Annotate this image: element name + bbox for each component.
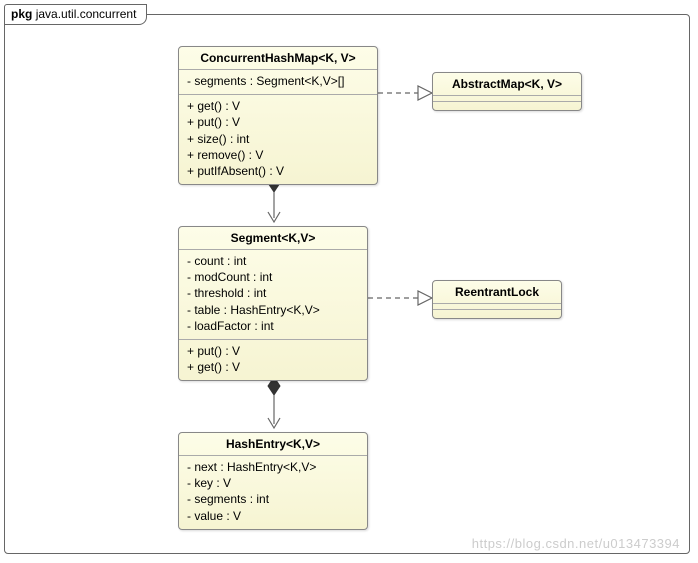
pkg-prefix: pkg (11, 7, 32, 21)
class-abstract-map: AbstractMap<K, V> (432, 72, 582, 111)
method-row: + get() : V (187, 98, 369, 114)
field-row: - modCount : int (187, 269, 359, 285)
field-row: - table : HashEntry<K,V> (187, 302, 359, 318)
method-row: + put() : V (187, 343, 359, 359)
empty-section (433, 310, 561, 318)
pkg-name: java.util.concurrent (36, 7, 137, 21)
method-row: + putIfAbsent() : V (187, 163, 369, 179)
empty-section (433, 102, 581, 110)
method-row: + size() : int (187, 131, 369, 147)
field-row: - threshold : int (187, 285, 359, 301)
class-title: HashEntry<K,V> (179, 433, 367, 456)
class-hash-entry: HashEntry<K,V> - next : HashEntry<K,V> -… (178, 432, 368, 530)
class-methods: + get() : V + put() : V + size() : int +… (179, 95, 377, 184)
field-row: - next : HashEntry<K,V> (187, 459, 359, 475)
field-row: - segments : Segment<K,V>[] (187, 73, 369, 89)
class-title: ReentrantLock (433, 281, 561, 304)
package-label: pkg java.util.concurrent (4, 4, 147, 25)
field-row: - loadFactor : int (187, 318, 359, 334)
class-segment: Segment<K,V> - count : int - modCount : … (178, 226, 368, 381)
class-methods: + put() : V + get() : V (179, 340, 367, 380)
class-fields: - next : HashEntry<K,V> - key : V - segm… (179, 456, 367, 529)
method-row: + put() : V (187, 114, 369, 130)
method-row: + remove() : V (187, 147, 369, 163)
class-title: ConcurrentHashMap<K, V> (179, 47, 377, 70)
class-concurrent-hash-map: ConcurrentHashMap<K, V> - segments : Seg… (178, 46, 378, 185)
field-row: - key : V (187, 475, 359, 491)
class-title: Segment<K,V> (179, 227, 367, 250)
class-fields: - segments : Segment<K,V>[] (179, 70, 377, 95)
class-fields: - count : int - modCount : int - thresho… (179, 250, 367, 340)
field-row: - value : V (187, 508, 359, 524)
field-row: - count : int (187, 253, 359, 269)
class-reentrant-lock: ReentrantLock (432, 280, 562, 319)
class-title: AbstractMap<K, V> (433, 73, 581, 96)
watermark: https://blog.csdn.net/u013473394 (472, 536, 680, 551)
field-row: - segments : int (187, 491, 359, 507)
method-row: + get() : V (187, 359, 359, 375)
